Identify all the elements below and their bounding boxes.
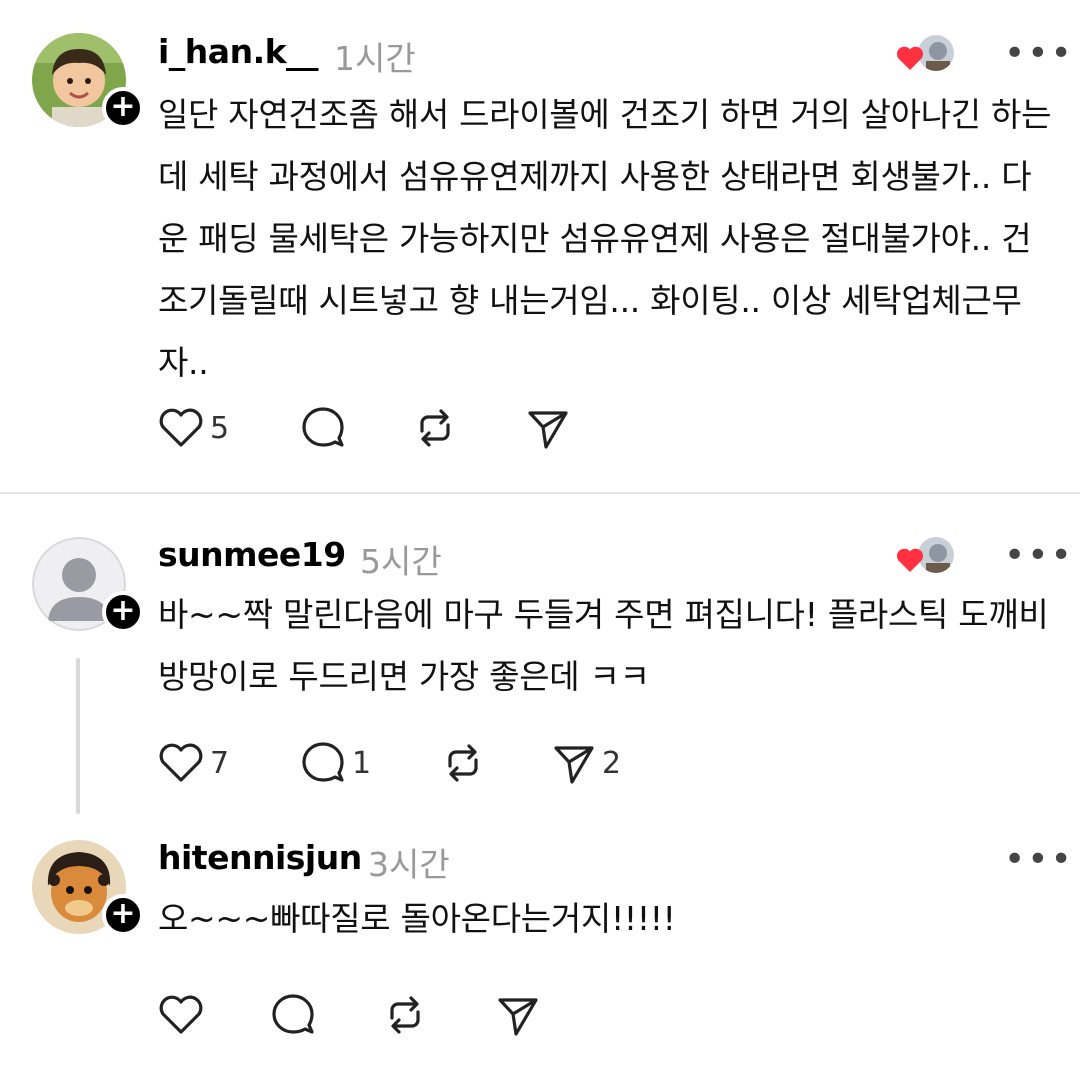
like-button[interactable]: 7 bbox=[158, 738, 229, 788]
avatar[interactable]: + bbox=[32, 537, 144, 633]
reply-button[interactable]: 1 bbox=[300, 738, 371, 788]
heart-filled-icon bbox=[896, 46, 924, 70]
avatar[interactable]: + bbox=[32, 33, 144, 129]
repost-icon bbox=[448, 744, 478, 782]
post-body: 오~~~빠따질로 돌아온다는거지!!!!! bbox=[158, 899, 676, 938]
like-button[interactable] bbox=[158, 990, 204, 1040]
repost-button[interactable] bbox=[382, 990, 428, 1040]
like-count: 5 bbox=[210, 410, 230, 446]
reply-button[interactable] bbox=[300, 403, 352, 453]
follow-button[interactable]: + bbox=[102, 894, 144, 936]
username[interactable]: hitennisjun bbox=[158, 838, 362, 877]
comment-bubble-icon bbox=[302, 407, 344, 447]
timestamp: 1시간 bbox=[334, 39, 416, 78]
heart-outline-icon bbox=[159, 743, 203, 782]
thread-line bbox=[76, 658, 80, 814]
timestamp: 3시간 bbox=[368, 845, 450, 884]
heart-filled-icon bbox=[896, 548, 924, 572]
follow-button[interactable]: + bbox=[102, 87, 144, 129]
more-options-button[interactable]: ••• bbox=[1004, 842, 1074, 878]
avatar[interactable]: + bbox=[32, 840, 144, 936]
post-body: 일단 자연건조좀 해서 드라이볼에 건조기 하면 거의 살아나긴 하는데 세탁 … bbox=[158, 95, 1052, 382]
like-count: 7 bbox=[210, 745, 230, 781]
like-button[interactable]: 5 bbox=[158, 403, 229, 453]
send-icon bbox=[528, 411, 568, 449]
post-body: 바~~짝 말린다음에 마구 두들겨 주면 펴집니다! 플라스틱 도깨비 방망이로… bbox=[158, 595, 1049, 696]
reply-button[interactable] bbox=[270, 990, 316, 1040]
more-options-button[interactable]: ••• bbox=[1004, 538, 1074, 574]
follow-button[interactable]: + bbox=[102, 591, 144, 633]
repost-button[interactable] bbox=[412, 403, 458, 453]
username[interactable]: i_han.k__ bbox=[158, 32, 319, 71]
comment-bubble-icon bbox=[272, 994, 314, 1034]
heart-outline-icon bbox=[159, 408, 203, 447]
share-button[interactable] bbox=[524, 403, 570, 453]
share-count: 2 bbox=[602, 745, 622, 781]
repost-icon bbox=[390, 996, 420, 1034]
share-button[interactable] bbox=[494, 990, 540, 1040]
heart-outline-icon bbox=[159, 995, 203, 1034]
send-icon bbox=[554, 746, 594, 784]
more-options-button[interactable]: ••• bbox=[1004, 36, 1074, 72]
liked-by-author-indicator bbox=[896, 535, 956, 579]
divider bbox=[0, 492, 1080, 494]
send-icon bbox=[498, 998, 538, 1036]
timestamp: 5시간 bbox=[360, 542, 442, 581]
username[interactable]: sunmee19 bbox=[158, 535, 346, 574]
comment-bubble-icon bbox=[302, 742, 344, 782]
liked-by-author-indicator bbox=[896, 33, 956, 77]
reply-count: 1 bbox=[352, 745, 372, 781]
repost-icon bbox=[420, 409, 450, 447]
repost-button[interactable] bbox=[440, 738, 486, 788]
share-button[interactable]: 2 bbox=[550, 738, 621, 788]
